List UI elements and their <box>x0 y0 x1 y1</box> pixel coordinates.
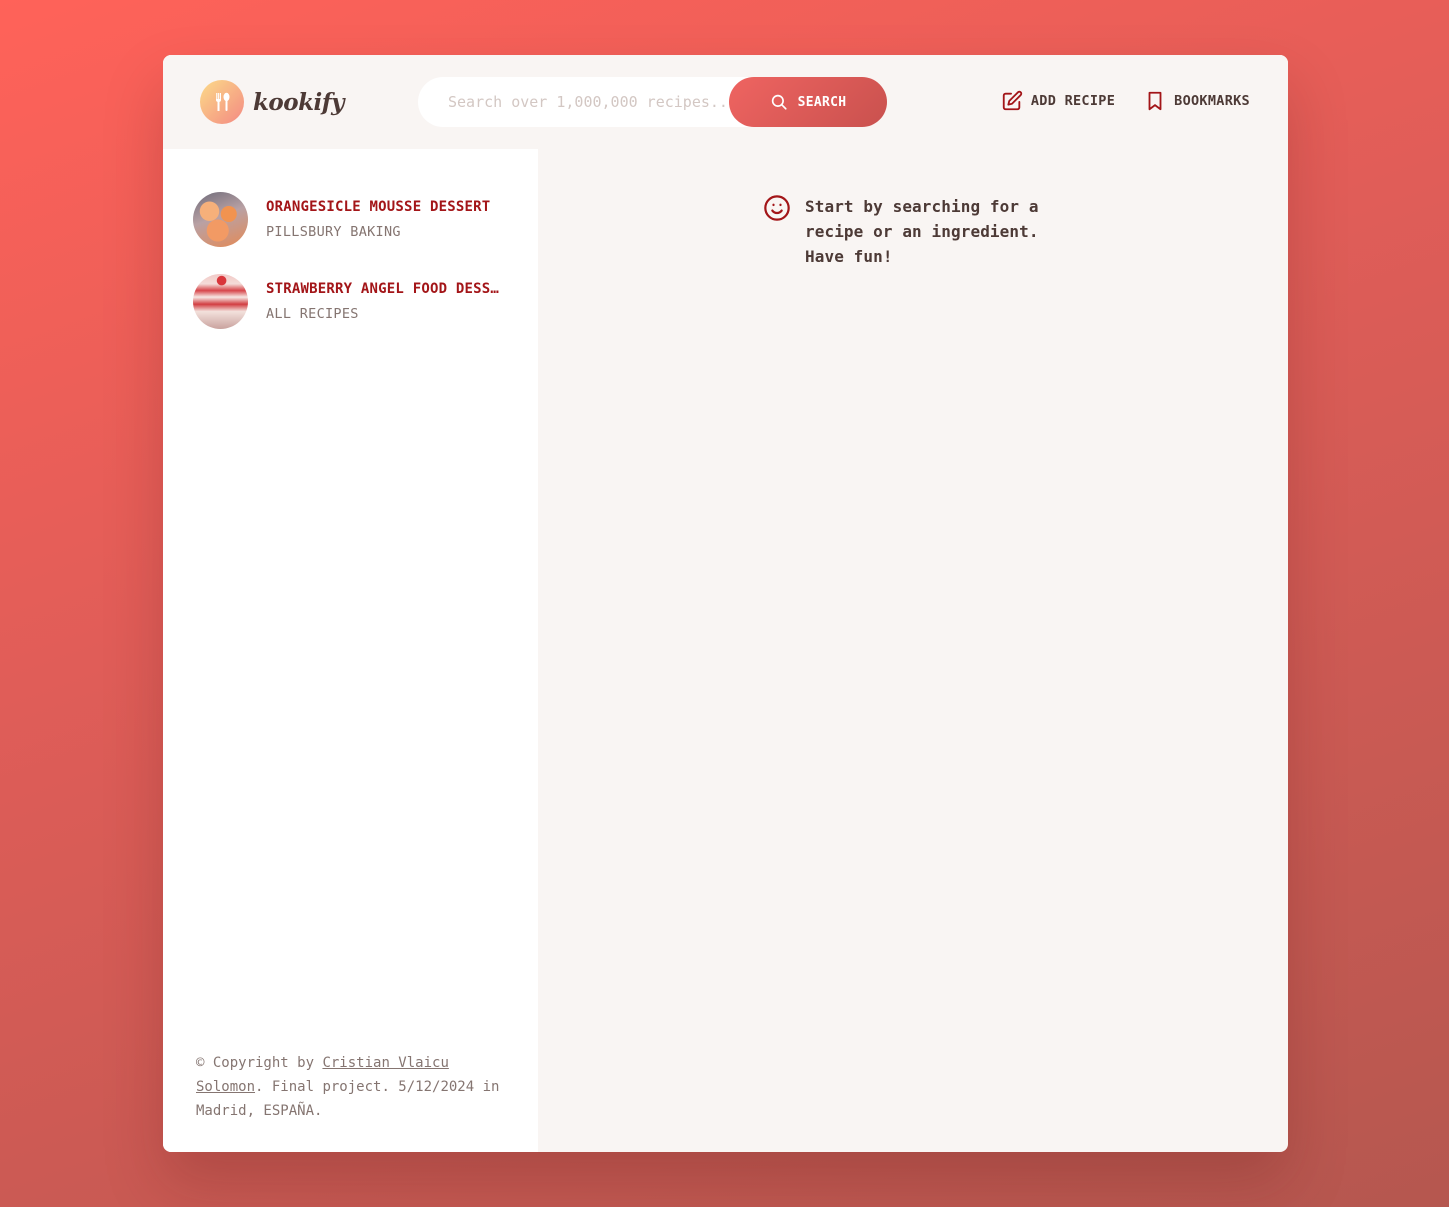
search-button-label: SEARCH <box>797 94 847 110</box>
result-text: ORANGESICLE MOUSSE DESSERT PILLSBURY BAK… <box>266 199 501 240</box>
start-message: Start by searching for a recipe or an in… <box>763 194 1065 269</box>
add-recipe-button[interactable]: ADD RECIPE <box>1001 90 1115 112</box>
search-form: SEARCH <box>418 77 887 127</box>
nav: ADD RECIPE BOOKMARKS <box>1001 90 1250 112</box>
app-container: kookify SEARCH ADD RECIPE <box>163 55 1288 1152</box>
add-recipe-label: ADD RECIPE <box>1030 93 1116 109</box>
bookmarks-label: BOOKMARKS <box>1174 93 1250 109</box>
result-text: STRAWBERRY ANGEL FOOD DESSERT ALL RECIPE… <box>266 281 501 322</box>
search-results-sidebar: ORANGESICLE MOUSSE DESSERT PILLSBURY BAK… <box>163 149 538 1152</box>
search-input[interactable] <box>446 92 735 112</box>
results-list: ORANGESICLE MOUSSE DESSERT PILLSBURY BAK… <box>193 191 513 355</box>
search-button[interactable]: SEARCH <box>729 77 887 127</box>
header: kookify SEARCH ADD RECIPE <box>163 55 1288 149</box>
start-message-text: Start by searching for a recipe or an in… <box>805 197 1039 266</box>
result-publisher: ALL RECIPES <box>266 305 359 322</box>
recipe-thumbnail <box>193 273 248 329</box>
recipe-thumbnail <box>193 191 248 247</box>
edit-icon <box>1002 90 1022 111</box>
copyright-notice: © Copyright by Cristian Vlaicu Solomon. … <box>196 1051 511 1123</box>
result-publisher: PILLSBURY BAKING <box>266 223 401 240</box>
search-icon <box>771 94 787 110</box>
brand-name: kookify <box>253 88 345 116</box>
result-item[interactable]: STRAWBERRY ANGEL FOOD DESSERT ALL RECIPE… <box>193 273 513 329</box>
copyright-prefix: © Copyright by <box>196 1055 323 1071</box>
result-title: STRAWBERRY ANGEL FOOD DESSERT <box>266 280 501 297</box>
smile-icon <box>764 195 790 221</box>
bookmarks-button[interactable]: BOOKMARKS <box>1144 90 1250 112</box>
result-title: ORANGESICLE MOUSSE DESSERT <box>266 198 491 215</box>
fork-spoon-icon <box>200 80 244 124</box>
bookmark-icon <box>1148 91 1162 111</box>
result-item[interactable]: ORANGESICLE MOUSSE DESSERT PILLSBURY BAK… <box>193 191 513 247</box>
logo[interactable]: kookify <box>200 80 345 124</box>
